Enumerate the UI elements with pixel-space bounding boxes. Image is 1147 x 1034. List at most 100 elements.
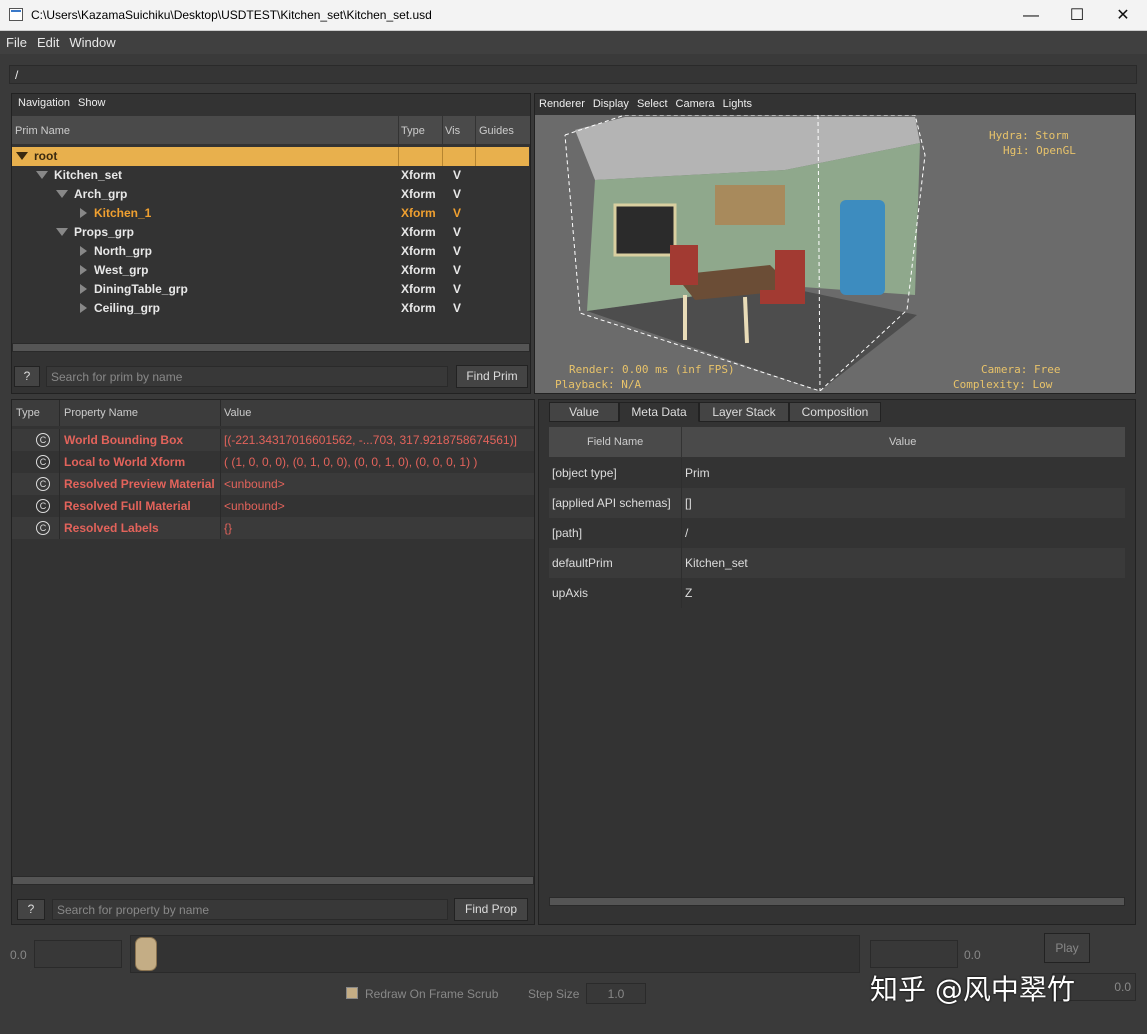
collapse-arrow-icon[interactable] [56, 190, 68, 198]
computed-property-icon: C [36, 477, 50, 491]
frame-slider[interactable] [130, 935, 860, 973]
close-button[interactable]: ✕ [1100, 0, 1146, 31]
property-name: World Bounding Box [64, 433, 184, 447]
tree-row[interactable]: North_grp Xform V [12, 242, 529, 261]
prim-type: Xform [401, 282, 436, 296]
prim-vis[interactable]: V [453, 168, 461, 182]
col-field-name[interactable]: Field Name [587, 436, 643, 448]
metadata-tabs: Value Meta Data Layer Stack Composition [549, 402, 1129, 424]
prim-vis[interactable]: V [453, 244, 461, 258]
tree-row[interactable]: root [12, 147, 529, 166]
prim-vis[interactable]: V [453, 206, 461, 220]
menu-lights[interactable]: Lights [719, 98, 756, 110]
prim-name: North_grp [94, 244, 152, 258]
find-prim-button[interactable]: Find Prim [456, 365, 528, 388]
property-row[interactable]: C Local to World Xform ( (1, 0, 0, 0), (… [12, 451, 534, 473]
computed-property-icon: C [36, 499, 50, 513]
property-name: Local to World Xform [64, 455, 186, 469]
expand-arrow-icon[interactable] [80, 284, 87, 294]
menu-display[interactable]: Display [589, 98, 633, 110]
expand-arrow-icon[interactable] [80, 246, 87, 256]
prim-vis[interactable]: V [453, 225, 461, 239]
watermark: 知乎 @风中翠竹 [870, 973, 1075, 1006]
property-value: <unbound> [224, 499, 285, 513]
frame-slider-handle[interactable] [135, 937, 157, 971]
play-button[interactable]: Play [1044, 933, 1090, 963]
col-field-value[interactable]: Value [889, 436, 916, 448]
menu-select[interactable]: Select [633, 98, 672, 110]
metadata-row[interactable]: [path] / [549, 518, 1125, 548]
maximize-button[interactable]: ☐ [1054, 0, 1100, 31]
metadata-header: Field Name Value [549, 427, 1125, 457]
timeline-end-label: 0.0 [964, 948, 981, 962]
property-h-scrollbar[interactable] [12, 876, 534, 885]
prim-vis[interactable]: V [453, 187, 461, 201]
menu-camera[interactable]: Camera [672, 98, 719, 110]
metadata-row[interactable]: defaultPrim Kitchen_set [549, 548, 1125, 578]
expand-arrow-icon[interactable] [80, 208, 87, 218]
hud-playback: Playback: N/A [555, 378, 642, 391]
app-icon [9, 8, 23, 21]
minimize-button[interactable]: — [1008, 0, 1054, 31]
property-search-input[interactable]: Search for property by name [52, 899, 448, 920]
collapse-arrow-icon[interactable] [16, 152, 28, 160]
collapse-arrow-icon[interactable] [36, 171, 48, 179]
col-prim-name[interactable]: Prim Name [15, 125, 70, 137]
collapse-arrow-icon[interactable] [56, 228, 68, 236]
property-row[interactable]: C Resolved Preview Material <unbound> [12, 473, 534, 495]
menu-file[interactable]: File [0, 31, 31, 50]
metadata-row[interactable]: [object type] Prim [549, 458, 1125, 488]
tree-row[interactable]: Kitchen_1 Xform V [12, 204, 529, 223]
col-prop-type[interactable]: Type [16, 407, 40, 419]
expand-arrow-icon[interactable] [80, 303, 87, 313]
property-row[interactable]: C Resolved Full Material <unbound> [12, 495, 534, 517]
tree-row[interactable]: DiningTable_grp Xform V [12, 280, 529, 299]
prim-type: Xform [401, 225, 436, 239]
metadata-h-scrollbar[interactable] [549, 897, 1125, 906]
tab-layer-stack[interactable]: Layer Stack [699, 402, 789, 422]
property-list: C World Bounding Box [(-221.343170166015… [12, 429, 534, 541]
menu-window[interactable]: Window [63, 31, 119, 50]
menu-renderer[interactable]: Renderer [535, 98, 589, 110]
end-frame-field[interactable] [870, 940, 958, 968]
prim-type: Xform [401, 301, 436, 315]
tree-row[interactable]: Arch_grp Xform V [12, 185, 529, 204]
metadata-row[interactable]: [applied API schemas] [] [549, 488, 1125, 518]
start-frame-field[interactable] [34, 940, 122, 968]
find-prop-button[interactable]: Find Prop [454, 898, 528, 921]
col-guides[interactable]: Guides [479, 125, 514, 137]
expand-arrow-icon[interactable] [80, 265, 87, 275]
prim-vis[interactable]: V [453, 301, 461, 315]
step-size-field[interactable]: 1.0 [586, 983, 646, 1004]
col-vis[interactable]: Vis [445, 125, 460, 137]
tree-row[interactable]: Kitchen_set Xform V [12, 166, 529, 185]
menu-edit[interactable]: Edit [31, 31, 63, 50]
field-value: [] [685, 496, 692, 510]
prim-search-input[interactable]: Search for prim by name [46, 366, 448, 387]
tree-row[interactable]: Ceiling_grp Xform V [12, 299, 529, 318]
redraw-checkbox[interactable] [346, 987, 358, 999]
tab-meta-data[interactable]: Meta Data [619, 402, 699, 422]
title-bar: C:\Users\KazamaSuichiku\Desktop\USDTEST\… [0, 0, 1147, 31]
prim-vis[interactable]: V [453, 263, 461, 277]
field-value: Prim [685, 466, 710, 480]
menu-show[interactable]: Show [74, 97, 110, 109]
tree-row[interactable]: Props_grp Xform V [12, 223, 529, 242]
col-prop-name[interactable]: Property Name [64, 407, 138, 419]
col-prop-value[interactable]: Value [224, 407, 251, 419]
menu-navigation[interactable]: Navigation [14, 97, 74, 109]
property-row[interactable]: C Resolved Labels {} [12, 517, 534, 539]
prim-vis[interactable]: V [453, 282, 461, 296]
prim-path-field[interactable]: / [9, 65, 1137, 84]
tree-row[interactable]: West_grp Xform V [12, 261, 529, 280]
metadata-row[interactable]: upAxis Z [549, 578, 1125, 608]
prim-help-button[interactable]: ? [14, 366, 40, 387]
viewport-menu: Renderer Display Select Camera Lights [535, 94, 1135, 115]
tree-h-scrollbar[interactable] [12, 343, 530, 352]
property-row[interactable]: C World Bounding Box [(-221.343170166015… [12, 429, 534, 451]
tab-composition[interactable]: Composition [789, 402, 881, 422]
tab-value[interactable]: Value [549, 402, 619, 422]
col-type[interactable]: Type [401, 125, 425, 137]
property-help-button[interactable]: ? [17, 899, 45, 920]
prim-type: Xform [401, 244, 436, 258]
